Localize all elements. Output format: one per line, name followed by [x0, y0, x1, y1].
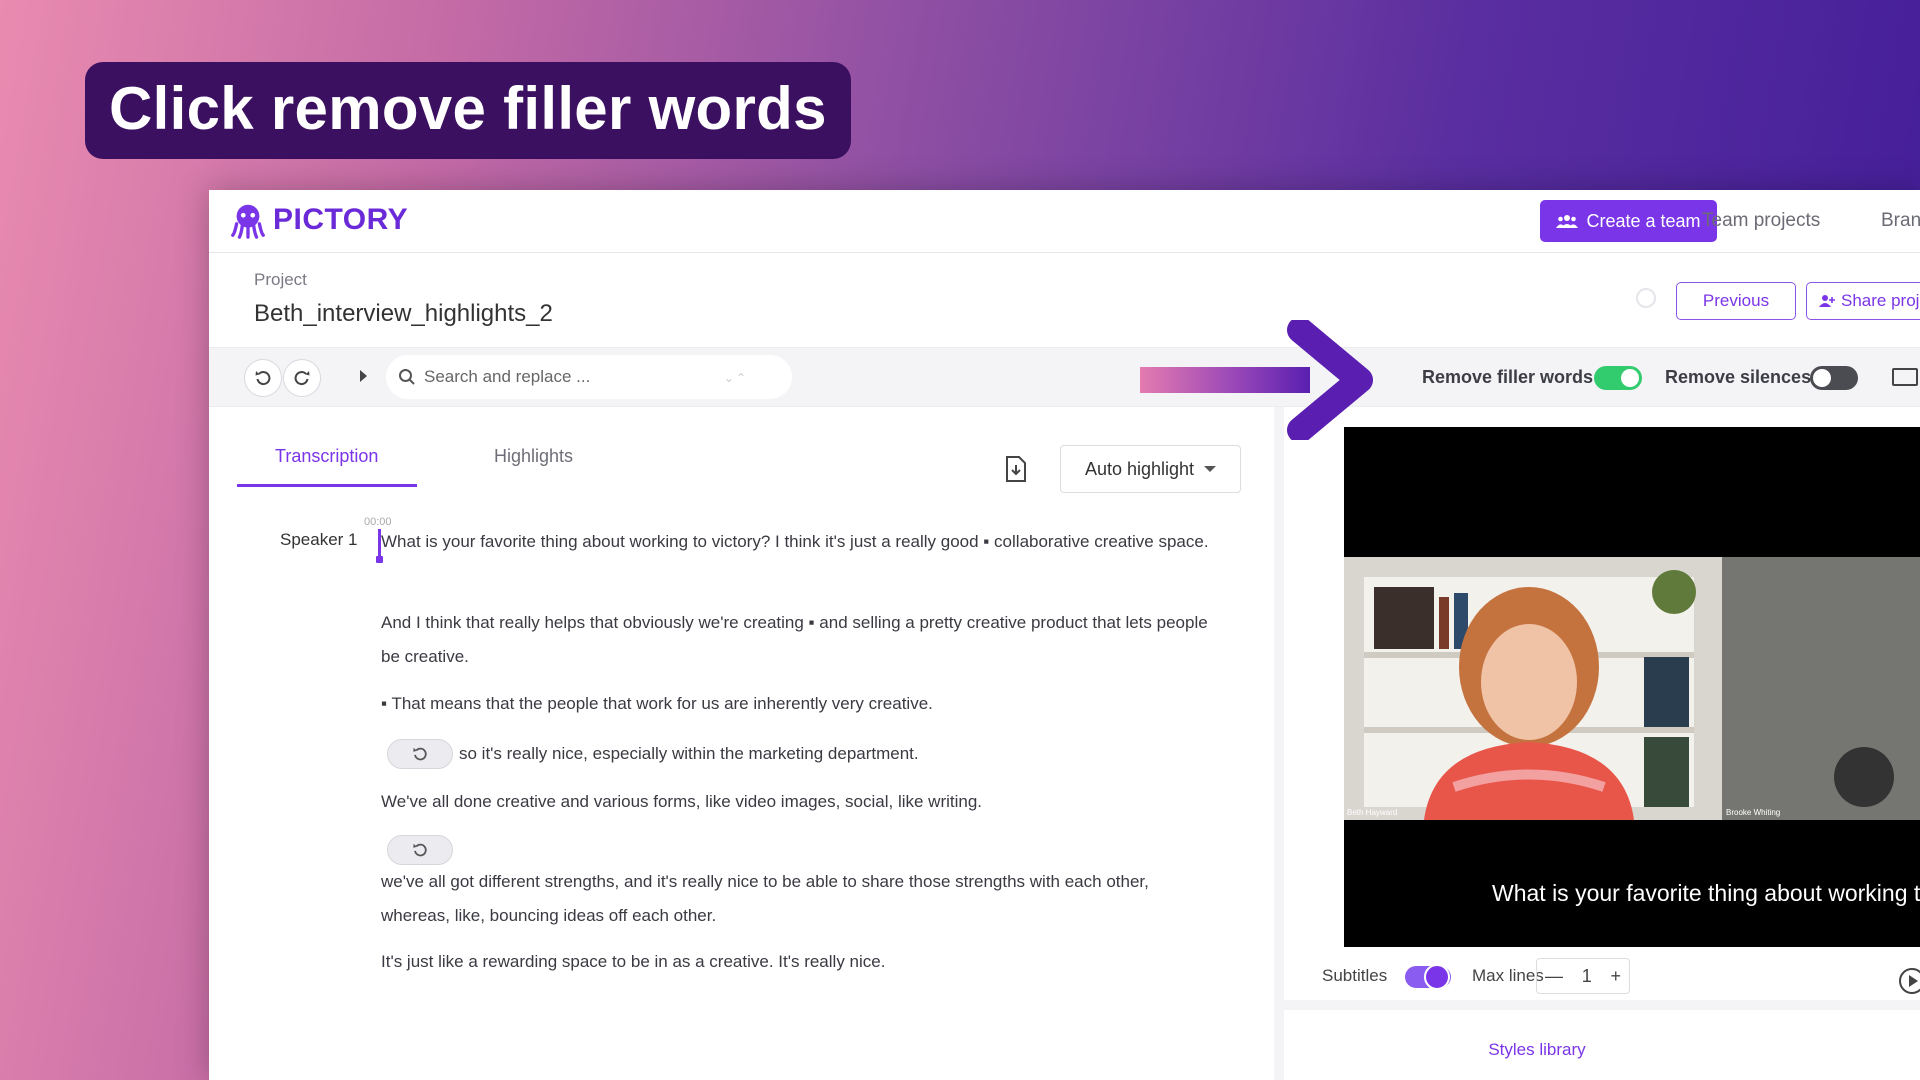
- tutorial-caption: Click remove filler words: [85, 62, 851, 159]
- create-team-label: Create a team: [1586, 210, 1701, 231]
- video-subtitle: What is your favorite thing about workin…: [1492, 880, 1920, 906]
- search-nav-arrows-icon[interactable]: ⌄⌃: [724, 371, 748, 385]
- search-icon: [399, 369, 415, 385]
- panel-divider: [1274, 407, 1284, 1080]
- restore-icon: [413, 747, 427, 761]
- tab-transcription[interactable]: Transcription: [275, 446, 378, 467]
- tab-highlights[interactable]: Highlights: [494, 446, 573, 467]
- transcript-paragraph[interactable]: And I think that really helps that obvio…: [381, 606, 1211, 674]
- minus-button[interactable]: —: [1545, 966, 1563, 987]
- create-team-button[interactable]: Create a team: [1540, 200, 1717, 242]
- transcript-paragraph[interactable]: so it's really nice, especially within t…: [459, 737, 1159, 771]
- active-tab-indicator: [237, 484, 417, 487]
- styles-library-link[interactable]: Styles library: [1284, 1020, 1920, 1080]
- max-lines-label: Max lines: [1472, 966, 1544, 985]
- team-projects-link[interactable]: Team projects: [1702, 210, 1820, 232]
- transcript-paragraph[interactable]: What is your favorite thing about workin…: [381, 525, 1211, 559]
- subtitles-toggle[interactable]: [1405, 964, 1451, 990]
- transcript-tabs: Transcription Highlights: [237, 440, 1057, 487]
- transcript-paragraph[interactable]: we've all got different strengths, and i…: [381, 865, 1211, 933]
- restore-removed-button[interactable]: [387, 739, 453, 769]
- export-document-icon[interactable]: [1004, 455, 1028, 483]
- transcript-paragraph[interactable]: We've all done creative and various form…: [381, 785, 1211, 819]
- participant-name-right: Brooke Whiting: [1726, 808, 1780, 817]
- speaker-label[interactable]: Speaker 1: [280, 530, 358, 550]
- video-preview[interactable]: Beth Hayward Brooke Whiting What is your…: [1344, 427, 1920, 947]
- remove-silences-toggle[interactable]: [1810, 366, 1858, 390]
- participant-name-left: Beth Hayward: [1347, 808, 1397, 817]
- expand-caret-icon[interactable]: [360, 370, 367, 382]
- project-label: Project: [254, 270, 307, 289]
- remove-filler-words-label: Remove filler words: [1422, 367, 1594, 387]
- share-project-label: Share proj: [1841, 291, 1920, 310]
- redo-icon: [294, 371, 310, 386]
- team-icon: [1556, 215, 1579, 228]
- subtitle-controls: Subtitles Max lines — 1 +: [1284, 950, 1920, 1010]
- octopus-logo-icon: [231, 204, 265, 239]
- search-input[interactable]: [424, 367, 704, 387]
- logo[interactable]: PICTORY: [229, 201, 408, 239]
- undo-icon: [255, 371, 271, 386]
- plus-button[interactable]: +: [1610, 966, 1621, 987]
- search-replace-box[interactable]: ⌄⌃: [386, 355, 792, 399]
- pointer-arrow-icon: [1140, 320, 1373, 440]
- logo-text: PICTORY: [273, 203, 409, 236]
- loading-spinner-icon: [1636, 288, 1656, 308]
- project-name[interactable]: Beth_interview_highlights_2: [254, 300, 553, 328]
- aspect-ratio-icon[interactable]: [1892, 368, 1918, 386]
- editor-toolbar: ⌄⌃ Remove filler words Remove silences: [209, 347, 1920, 407]
- restore-removed-button[interactable]: [387, 835, 453, 865]
- chevron-down-icon: [1204, 466, 1217, 472]
- video-frame-image: Beth Hayward Brooke Whiting: [1344, 557, 1920, 820]
- app-window: PICTORY Create a team Team projects Bran…: [209, 190, 1920, 1080]
- undo-button[interactable]: [244, 359, 282, 397]
- play-icon[interactable]: [1899, 968, 1920, 994]
- transcript-paragraph[interactable]: ▪ That means that the people that work f…: [381, 687, 1211, 721]
- previous-label: Previous: [1702, 291, 1770, 310]
- auto-highlight-label: Auto highlight: [1084, 458, 1195, 479]
- transcript-paragraph[interactable]: It's just like a rewarding space to be i…: [381, 945, 1211, 979]
- redo-button[interactable]: [283, 359, 321, 397]
- previous-button[interactable]: Previous: [1676, 282, 1796, 320]
- share-project-button[interactable]: Share proj: [1806, 282, 1920, 320]
- remove-filler-words-toggle[interactable]: [1594, 366, 1642, 390]
- subtitles-label: Subtitles: [1322, 966, 1388, 985]
- top-bar: PICTORY Create a team Team projects Bran: [209, 190, 1920, 253]
- add-user-icon: [1819, 295, 1835, 307]
- brand-link[interactable]: Bran: [1881, 210, 1920, 232]
- restore-icon: [413, 843, 427, 857]
- max-lines-value: 1: [1581, 965, 1592, 986]
- auto-highlight-dropdown[interactable]: Auto highlight: [1060, 445, 1241, 493]
- remove-silences-label: Remove silences: [1665, 367, 1812, 387]
- max-lines-stepper[interactable]: — 1 +: [1536, 958, 1630, 994]
